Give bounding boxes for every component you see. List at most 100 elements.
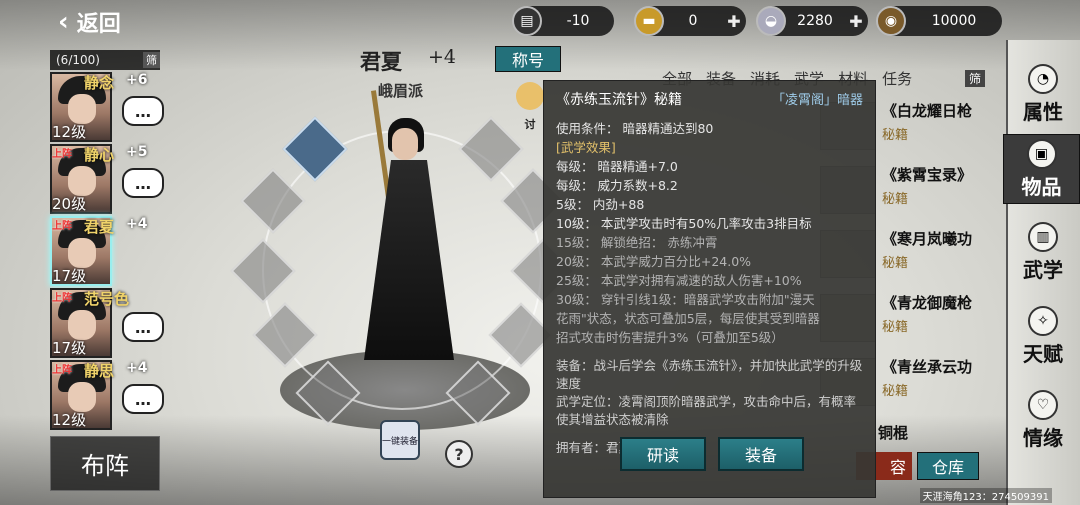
popup-title-row: 《赤练玉流针》秘籍 「凌霄阁」暗器	[556, 89, 863, 109]
member-level: 12级	[52, 123, 87, 141]
popup-effect-line: 每级： 暗器精通+7.0	[556, 159, 678, 174]
coin-icon: ◉	[876, 6, 906, 36]
item-type: 秘籍	[882, 128, 909, 143]
deployed-tag: 上阵	[52, 293, 72, 304]
chat-bubble-icon[interactable]: …	[122, 384, 164, 414]
resource-value: 2280	[797, 13, 833, 29]
nav-martial[interactable]: ▥ 武学	[1010, 218, 1076, 288]
popup-title: 《赤练玉流针》秘籍	[556, 92, 682, 108]
popup-effect-line: 每级： 威力系数+8.2	[556, 178, 678, 193]
chevron-left-icon: ‹	[58, 7, 69, 37]
member-name: 静心	[84, 146, 115, 164]
deployed-tag: 上阵	[52, 365, 72, 376]
roster-member[interactable]: 上阵 范号色 17级 …	[50, 288, 164, 358]
watermark: 天涯海角123：274509391	[919, 488, 1052, 503]
roster-count: (6/100)	[56, 53, 100, 67]
back-label: 返回	[76, 11, 121, 37]
popup-effect-line: 10级： 本武学攻击时有50%几率攻击3排目标	[556, 216, 812, 231]
member-name: 范号色	[84, 290, 130, 308]
member-enhance: +5	[126, 144, 148, 160]
resource-silver: ◒ 2280 ✚	[756, 6, 868, 36]
popup-equip-text: 装备：战斗后学会《赤练玉流针》，并加快此武学的升级速度	[556, 358, 863, 391]
popup-effect-header: [武学效果]	[556, 140, 616, 155]
item-name: 《青丝承云功	[882, 358, 973, 376]
resource-value: 10000	[931, 13, 977, 29]
warehouse-button[interactable]: 仓库	[917, 452, 979, 480]
member-name: 君夏	[84, 218, 115, 236]
popup-effect-line: 5级： 内劲+88	[556, 197, 645, 212]
back-button[interactable]: ‹ 返回	[58, 6, 121, 38]
roster-member[interactable]: 上阵 静心 +5 20级 …	[50, 144, 164, 214]
member-level: 20级	[52, 195, 87, 213]
title-button[interactable]: 称号	[495, 46, 561, 72]
help-icon[interactable]: ?	[445, 440, 473, 468]
item-detail-popup: 《赤练玉流针》秘籍 「凌霄阁」暗器 使用条件： 暗器精通达到80 [武学效果] …	[543, 80, 876, 498]
popup-effect-line: 招式攻击时伤害提升3%（可叠加至5级）	[556, 330, 784, 345]
nav-attributes[interactable]: ◔ 属性	[1010, 60, 1076, 130]
member-name: 静思	[84, 362, 115, 380]
resource-cart: ▤ -10	[512, 6, 614, 36]
book-icon: ▥	[1028, 222, 1058, 252]
auto-equip-button[interactable]: 一键装备	[380, 420, 420, 460]
nav-affection[interactable]: ♡ 情缘	[1010, 386, 1076, 456]
member-level: 17级	[52, 267, 87, 285]
popup-effect-line: 花雨"状态，状态可叠加5层，每层使其受到暗器	[556, 311, 820, 326]
cat-icon: ◔	[1028, 64, 1058, 94]
chat-bubble-icon[interactable]: …	[122, 96, 164, 126]
popup-effect-line: 25级： 本武学对拥有减速的敌人伤害+10%	[556, 273, 802, 288]
resource-value: -10	[566, 13, 590, 29]
popup-condition: 使用条件： 暗器精通达到80	[556, 121, 714, 136]
item-type: 秘籍	[882, 320, 909, 335]
item-name: 《青龙御魔枪	[882, 294, 973, 312]
popup-sect: 「凌霄阁」暗器	[771, 93, 863, 108]
item-type: 秘籍	[882, 192, 909, 207]
deployed-tag: 上阵	[52, 221, 72, 232]
sort-button[interactable]: 筛	[964, 69, 985, 87]
chat-bubble-icon[interactable]: …	[122, 168, 164, 198]
roster-filter-button[interactable]: 筛	[143, 52, 160, 68]
character-figure	[340, 90, 480, 380]
resource-gold: ▬ 0 ✚	[634, 6, 746, 36]
member-enhance: +4	[126, 360, 148, 376]
roster-member[interactable]: 上阵 静思 +4 12级 …	[50, 360, 164, 430]
item-name: 《白龙耀日枪	[882, 102, 973, 120]
character-name: 君夏	[360, 49, 402, 74]
resource-value: 0	[688, 13, 698, 29]
deployed-tag: 上阵	[52, 149, 72, 160]
character-enhance: +4	[428, 46, 457, 68]
member-enhance: +6	[126, 72, 148, 88]
nav-talent[interactable]: ✧ 天赋	[1010, 302, 1076, 372]
roster-member-selected[interactable]: 上阵 君夏 +4 17级	[50, 216, 158, 286]
tab-quests[interactable]: 任务	[882, 68, 912, 89]
member-enhance: +4	[126, 216, 148, 232]
resource-coin: ◉ 10000	[876, 6, 1002, 36]
member-level: 17级	[52, 339, 87, 357]
popup-position-text: 武学定位：凌霄阁顶阶暗器武学，攻击命中后，有概率使其增益状态被清除	[556, 394, 857, 427]
formation-button[interactable]: 布阵	[50, 436, 160, 491]
popup-effect-line: 30级： 穿针引线1级：暗器武学攻击附加"漫天	[556, 292, 815, 307]
nav-label: 武学	[1023, 258, 1063, 282]
partial-item-name: 铜棍	[878, 424, 909, 442]
popup-owner: 拥有者：君夏	[556, 440, 632, 455]
item-name: 《寒月岚曦功	[882, 230, 973, 248]
silver-ingot-icon: ◒	[756, 6, 786, 36]
item-type: 秘籍	[882, 384, 909, 399]
nav-label: 物品	[1021, 175, 1062, 199]
gold-bar-icon: ▬	[634, 6, 664, 36]
roster-member[interactable]: 静念 +6 12级 …	[50, 72, 164, 142]
equip-button[interactable]: 装备	[718, 437, 804, 471]
roster-header: (6/100) 筛	[50, 50, 160, 70]
bag-icon: ▣	[1026, 139, 1057, 169]
add-gold-button[interactable]: ✚	[722, 12, 746, 31]
member-name: 静念	[84, 74, 115, 92]
read-button[interactable]: 研读	[620, 437, 706, 471]
member-level: 12级	[52, 411, 87, 429]
item-name: 《紫霄宝录》	[882, 166, 973, 184]
chat-bubble-icon[interactable]: …	[122, 312, 164, 342]
nav-items[interactable]: ▣ 物品	[1003, 134, 1080, 204]
talent-icon: ✧	[1028, 306, 1058, 336]
add-silver-button[interactable]: ✚	[844, 12, 868, 31]
character-sect: 峨眉派	[378, 82, 424, 100]
item-type: 秘籍	[882, 256, 909, 271]
popup-effect-line: 15级： 解锁绝招： 赤练冲霄	[556, 235, 718, 250]
